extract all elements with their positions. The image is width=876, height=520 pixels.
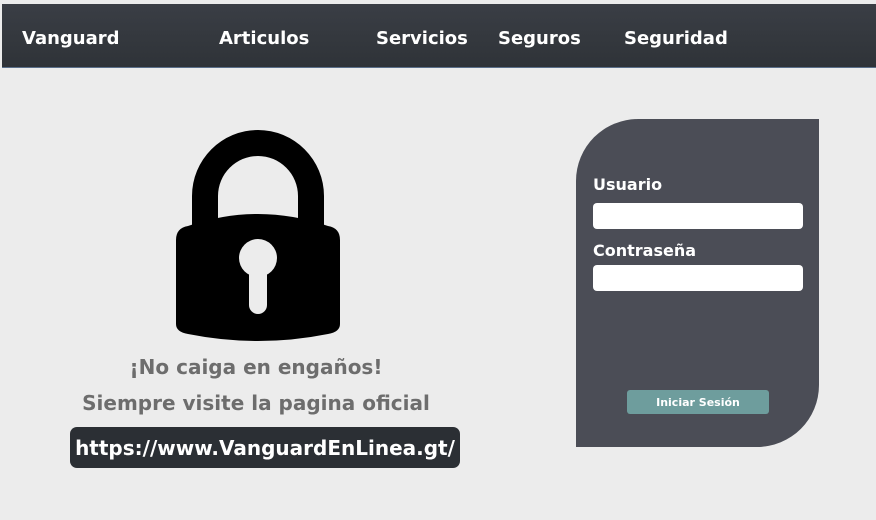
official-site-hint: Siempre visite la pagina oficial xyxy=(82,391,430,415)
lock-icon xyxy=(176,130,340,341)
login-button[interactable]: Iniciar Sesión xyxy=(627,390,769,414)
username-label: Usuario xyxy=(593,175,663,194)
nav-item-seguros[interactable]: Seguros xyxy=(498,28,581,49)
login-panel: Usuario Contraseña Iniciar Sesión xyxy=(576,119,819,447)
top-nav-bar: Vanguard Articulos Servicios Seguros Seg… xyxy=(2,4,876,68)
brand-logo[interactable]: Vanguard xyxy=(22,28,120,49)
nav-item-seguridad[interactable]: Seguridad xyxy=(624,28,728,49)
password-input[interactable] xyxy=(593,265,803,291)
warning-message: ¡No caiga en engaños! xyxy=(129,355,383,379)
official-url[interactable]: https://www.VanguardEnLinea.gt/ xyxy=(70,427,460,468)
username-input[interactable] xyxy=(593,203,803,229)
password-label: Contraseña xyxy=(593,241,697,260)
nav-item-servicios[interactable]: Servicios xyxy=(376,28,468,49)
nav-item-articulos[interactable]: Articulos xyxy=(219,28,309,49)
